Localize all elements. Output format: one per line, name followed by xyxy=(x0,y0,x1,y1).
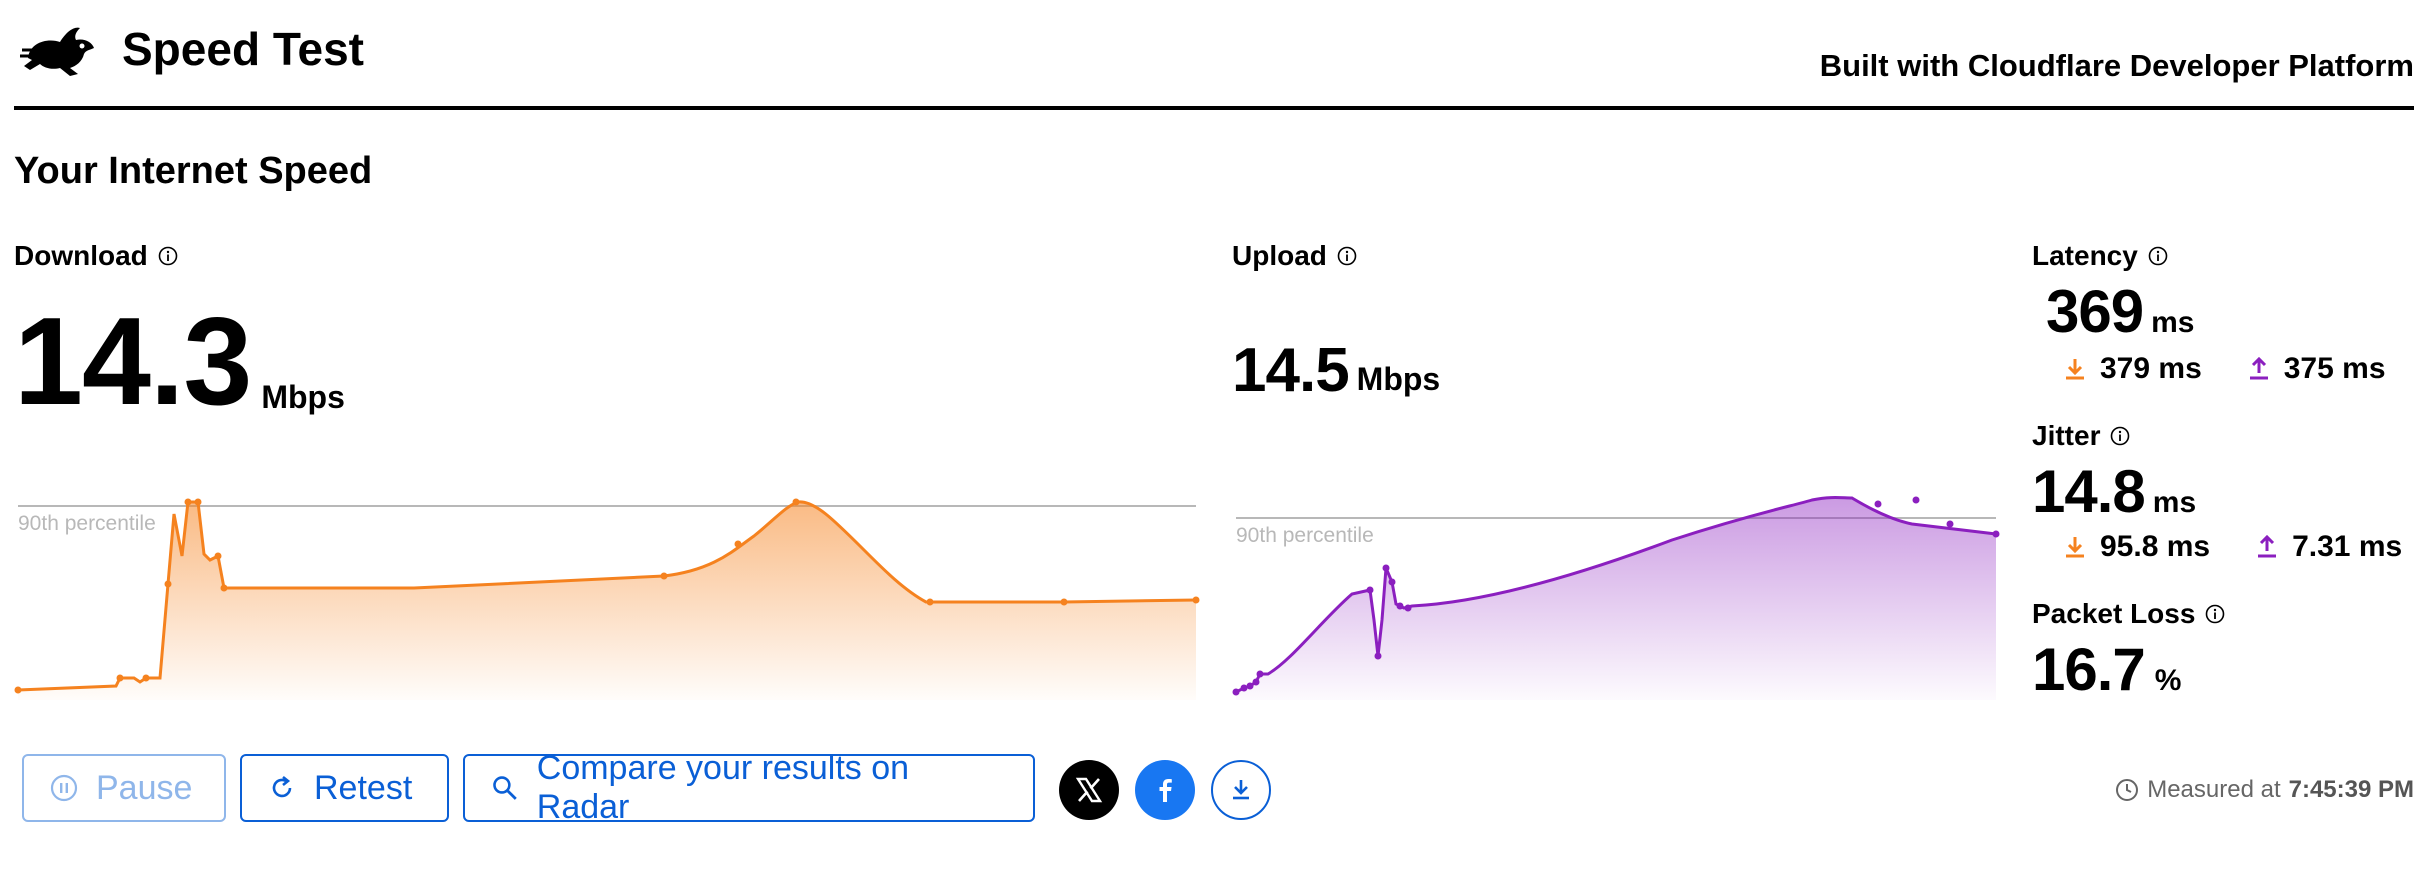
jitter-value: 14.8 xyxy=(2032,458,2146,525)
download-label: Download xyxy=(14,240,178,272)
jitter-label: Jitter xyxy=(2032,420,2130,452)
download-unit: Mbps xyxy=(261,379,345,415)
upload-chart: 90th percentile xyxy=(1232,496,2000,700)
latency-label-text: Latency xyxy=(2032,240,2138,271)
jitter-value-group: 14.8 ms xyxy=(2032,462,2196,522)
latency-download: 379 ms xyxy=(2100,352,2202,385)
download-arrow-icon xyxy=(2066,537,2084,558)
packet-loss-value: 16.7 xyxy=(2032,636,2146,703)
measured-at: Measured at 7:45:39 PM xyxy=(2115,776,2414,804)
download-arrow-icon xyxy=(2066,359,2084,380)
packet-loss-value-group: 16.7 % xyxy=(2032,640,2181,700)
upload-label: Upload xyxy=(1232,240,1357,272)
info-icon[interactable] xyxy=(2110,426,2130,446)
jitter-unit: ms xyxy=(2152,486,2197,519)
percentile-label: 90th percentile xyxy=(1236,524,1374,547)
search-icon xyxy=(493,776,517,800)
upload-value-group: 14.5 Mbps xyxy=(1232,340,1440,402)
latency-breakdown: 379 ms 375 ms xyxy=(2064,352,2386,386)
packet-loss-unit: % xyxy=(2154,664,2182,697)
packet-loss-label: Packet Loss xyxy=(2032,598,2225,630)
refresh-icon xyxy=(272,775,292,798)
upload-arrow-icon xyxy=(2258,535,2277,558)
retest-button-label: Retest xyxy=(314,768,413,807)
packet-loss-label-text: Packet Loss xyxy=(2032,598,2196,629)
jitter-upload: 7.31 ms xyxy=(2292,530,2403,563)
info-icon[interactable] xyxy=(2205,604,2225,624)
facebook-logo-icon xyxy=(1159,779,1172,802)
pause-icon xyxy=(50,774,78,802)
built-with-link[interactable]: Built with Cloudflare Developer Platform xyxy=(1820,48,2414,84)
pause-button[interactable]: Pause xyxy=(22,754,226,822)
share-x-button[interactable] xyxy=(1059,760,1119,820)
upload-arrow-icon xyxy=(2249,357,2268,380)
jitter-breakdown: 95.8 ms 7.31 ms xyxy=(2064,530,2402,564)
download-label-text: Download xyxy=(14,240,148,271)
upload-unit: Mbps xyxy=(1356,361,1441,397)
latency-unit: ms xyxy=(2151,306,2195,339)
latency-upload: 375 ms xyxy=(2283,352,2386,385)
app-title: Speed Test xyxy=(122,23,364,75)
download-results-button[interactable] xyxy=(1211,760,1271,820)
jitter-download: 95.8 ms xyxy=(2100,530,2211,563)
share-facebook-button[interactable] xyxy=(1135,760,1195,820)
compare-radar-button[interactable]: Compare your results on Radar xyxy=(463,749,1035,826)
rabbit-logo-icon xyxy=(20,27,94,76)
x-logo-icon xyxy=(1075,777,1103,803)
upload-value: 14.5 xyxy=(1232,336,1350,405)
retest-button[interactable]: Retest xyxy=(240,754,449,822)
header-divider xyxy=(14,106,2414,110)
download-chart: 90th percentile xyxy=(14,498,1200,700)
latency-label: Latency xyxy=(2032,240,2168,272)
download-value-group: 14.3 Mbps xyxy=(14,300,345,424)
percentile-label: 90th percentile xyxy=(18,512,156,535)
measured-time: 7:45:39 PM xyxy=(2288,776,2414,803)
pause-button-label: Pause xyxy=(96,768,193,807)
download-icon xyxy=(1233,780,1249,800)
latency-value-group: 369 ms xyxy=(2046,282,2194,342)
compare-radar-label: Compare your results on Radar xyxy=(536,749,910,826)
clock-icon xyxy=(2116,779,2139,801)
upload-label-text: Upload xyxy=(1232,240,1327,271)
download-value: 14.3 xyxy=(14,293,252,431)
latency-value: 369 xyxy=(2046,278,2144,345)
jitter-label-text: Jitter xyxy=(2032,420,2101,451)
info-icon[interactable] xyxy=(1337,246,1357,266)
info-icon[interactable] xyxy=(158,246,178,266)
page-title: Your Internet Speed xyxy=(14,150,373,192)
measured-prefix: Measured at xyxy=(2147,776,2281,803)
info-icon[interactable] xyxy=(2148,246,2168,266)
